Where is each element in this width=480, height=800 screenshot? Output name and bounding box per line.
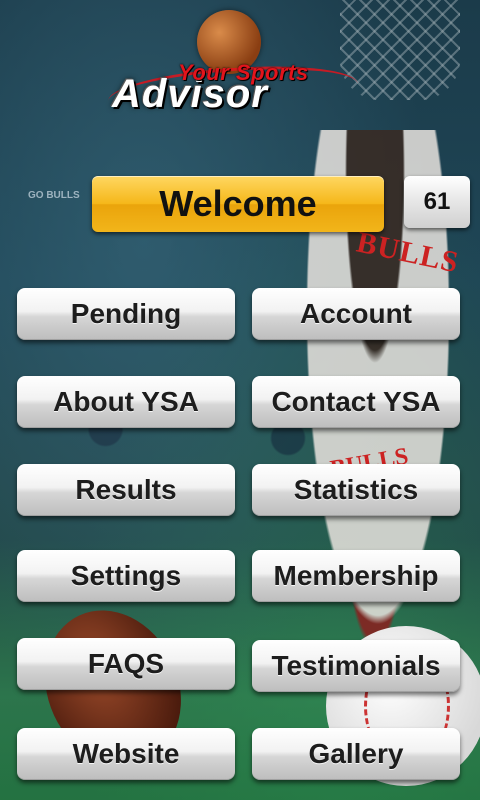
gallery-button[interactable]: Gallery	[252, 728, 460, 780]
settings-button[interactable]: Settings	[17, 550, 235, 602]
app-logo: Advisor Your Sports	[106, 58, 368, 126]
about-ysa-button[interactable]: About YSA	[17, 376, 235, 428]
arena-banner-text: GO BULLS	[28, 190, 80, 201]
logo-top-text: Your Sports	[178, 60, 309, 85]
welcome-button[interactable]: Welcome	[92, 176, 384, 232]
membership-button[interactable]: Membership	[252, 550, 460, 602]
contact-ysa-button[interactable]: Contact YSA	[252, 376, 460, 428]
statistics-button[interactable]: Statistics	[252, 464, 460, 516]
website-button[interactable]: Website	[17, 728, 235, 780]
count-badge[interactable]: 61	[404, 176, 470, 228]
faqs-button[interactable]: FAQS	[17, 638, 235, 690]
testimonials-button[interactable]: Testimonials	[252, 640, 460, 692]
account-button[interactable]: Account	[252, 288, 460, 340]
results-button[interactable]: Results	[17, 464, 235, 516]
pending-button[interactable]: Pending	[17, 288, 235, 340]
